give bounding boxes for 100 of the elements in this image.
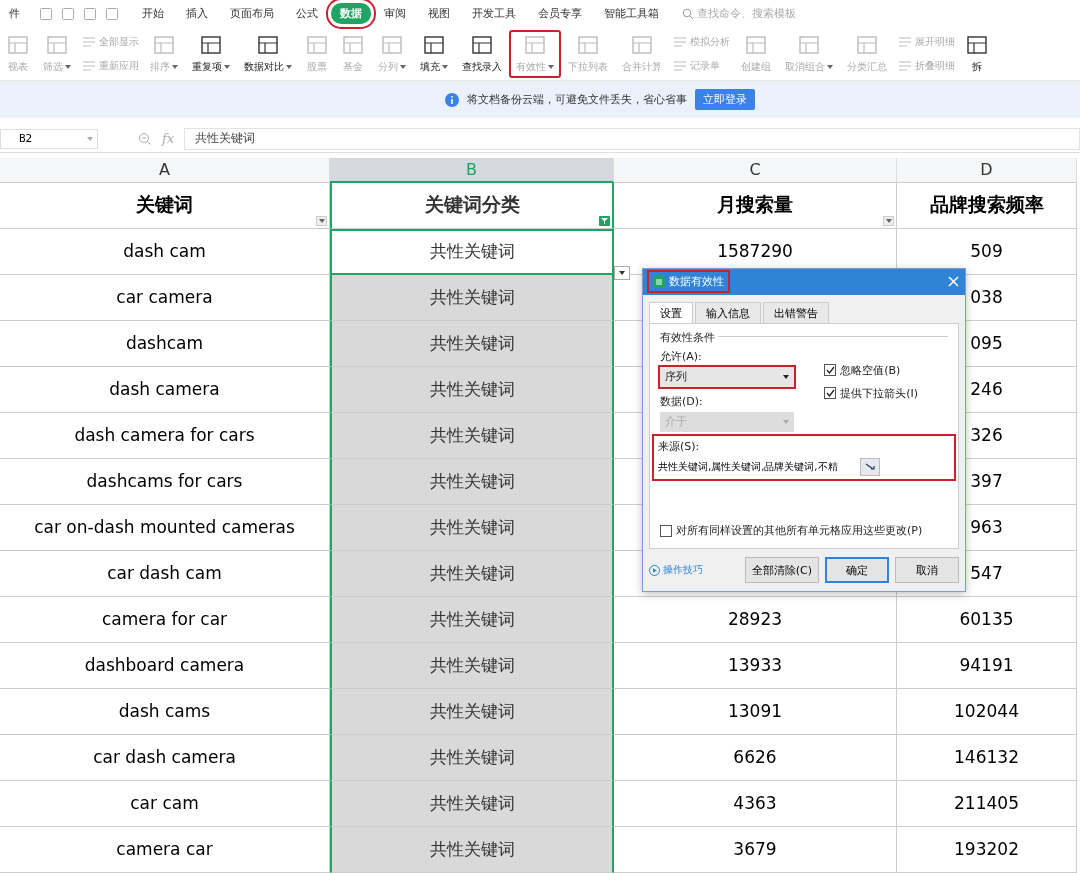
menu-tab[interactable]: 公式 (287, 3, 327, 25)
table-cell: 共性关键词 (330, 505, 614, 551)
toolbar-button[interactable]: 重复项 (185, 29, 237, 79)
table-icon (257, 33, 279, 56)
menu-tab[interactable]: 页面布局 (221, 3, 283, 25)
table-icon (7, 33, 29, 56)
table-icon (471, 33, 493, 56)
table-cell: 6626 (614, 735, 897, 781)
table-icon (745, 33, 767, 56)
dialog-tab[interactable]: 设置 (649, 301, 693, 324)
dialog-button[interactable]: 确定 (825, 557, 889, 583)
list-icon (82, 60, 96, 73)
table-cell: 共性关键词 (330, 229, 614, 275)
table-cell: 28923 (614, 597, 897, 643)
table-cell: 13091 (614, 689, 897, 735)
dialog-tab[interactable]: 输入信息 (695, 301, 761, 324)
table-icon (306, 33, 328, 56)
table-cell: 13933 (614, 643, 897, 689)
table-icon (577, 33, 599, 56)
play-icon (649, 564, 660, 576)
table-icon (46, 33, 68, 56)
dialog-title: 数据有效性 (649, 272, 728, 292)
menu-tab[interactable]: 会员专享 (529, 3, 591, 25)
toolbar-button[interactable]: 数据对比 (237, 29, 299, 79)
column-header[interactable]: A (0, 158, 330, 183)
table-cell: 193202 (897, 827, 1077, 873)
table-icon (966, 33, 988, 56)
table-cell: 3679 (614, 827, 897, 873)
formula-field[interactable]: 共性关键词 (184, 127, 1080, 150)
caret-icon (783, 374, 789, 379)
table-cell: 共性关键词 (330, 597, 614, 643)
app-icon (653, 275, 665, 288)
table-cell: 共性关键词 (330, 321, 614, 367)
table-icon (856, 33, 878, 56)
menu-tab[interactable]: 开发工具 (463, 3, 525, 25)
table-cell: 211405 (897, 781, 1077, 827)
name-box[interactable]: B2 (0, 128, 98, 149)
dialog-button[interactable]: 取消 (895, 557, 959, 583)
cell-dropdown-button[interactable] (614, 266, 630, 280)
table-icon (342, 33, 364, 56)
login-button[interactable]: 立即登录 (695, 89, 755, 111)
dialog-tab[interactable]: 出错警告 (763, 301, 829, 324)
table-cell: 60135 (897, 597, 1077, 643)
table-icon (381, 33, 403, 56)
table-cell: 共性关键词 (330, 275, 614, 321)
table-icon (524, 33, 546, 56)
table-cell: 94191 (897, 643, 1077, 689)
range-picker-button[interactable] (860, 457, 880, 476)
column-header[interactable]: C (614, 158, 897, 183)
header-cell: 品牌搜索频率 (897, 183, 1077, 229)
table-cell: 共性关键词 (330, 735, 614, 781)
list-icon (898, 60, 912, 73)
menu-tab[interactable]: 开始 (133, 3, 173, 25)
header-cell: 关键词分类 (330, 183, 614, 229)
field-label: 来源(S): (658, 438, 701, 454)
arrow-icon (865, 462, 875, 471)
table-cell: 4363 (614, 781, 897, 827)
table-cell: 共性关键词 (330, 781, 614, 827)
checkbox[interactable] (660, 524, 672, 537)
info-icon (445, 92, 459, 107)
search-icon (682, 7, 694, 20)
toolbar-button[interactable]: 查找录入 (455, 29, 509, 79)
list-icon (82, 35, 96, 48)
table-icon (423, 33, 445, 56)
header-cell: 关键词 (0, 183, 330, 229)
list-icon (898, 35, 912, 48)
table-icon (798, 33, 820, 56)
toolbar-button[interactable]: 拆 (959, 29, 995, 79)
table-cell: 146132 (897, 735, 1077, 781)
section-title: 有效性条件 (660, 329, 715, 345)
column-header[interactable]: D (897, 158, 1077, 183)
table-cell: 共性关键词 (330, 827, 614, 873)
banner-message: 将文档备份云端，可避免文件丢失，省心省事 (467, 92, 687, 108)
menu-tab[interactable]: 审阅 (375, 3, 415, 25)
field-label: 允许(A): (660, 348, 703, 364)
caret-icon (783, 419, 789, 424)
checkbox[interactable] (824, 364, 837, 377)
allow-select[interactable]: 序列 (660, 366, 794, 387)
header-cell: 月搜索量 (614, 183, 897, 229)
table-cell: 共性关键词 (330, 459, 614, 505)
dialog-button[interactable]: 全部清除(C) (744, 557, 819, 583)
table-cell: 共性关键词 (330, 551, 614, 597)
close-icon[interactable] (948, 276, 959, 288)
table-cell: 共性关键词 (330, 689, 614, 735)
caret-icon (87, 136, 93, 141)
menu-tab[interactable]: 智能工具箱 (595, 3, 668, 25)
table-cell: 102044 (897, 689, 1077, 735)
menu-tab[interactable]: 插入 (177, 3, 217, 25)
caret-icon (619, 271, 625, 275)
table-icon (631, 33, 653, 56)
menu-tab[interactable]: 件 (0, 3, 29, 25)
list-icon (673, 35, 687, 48)
tips-link[interactable]: 操作技巧 (649, 563, 703, 577)
table-cell: 共性关键词 (330, 413, 614, 459)
table-cell: 共性关键词 (330, 643, 614, 689)
field-label: 数据(D): (660, 393, 704, 409)
checkbox[interactable] (824, 387, 837, 400)
menu-tab[interactable]: 视图 (419, 3, 459, 25)
list-icon (673, 60, 687, 73)
toolbar-button[interactable]: 填充 (413, 29, 455, 79)
